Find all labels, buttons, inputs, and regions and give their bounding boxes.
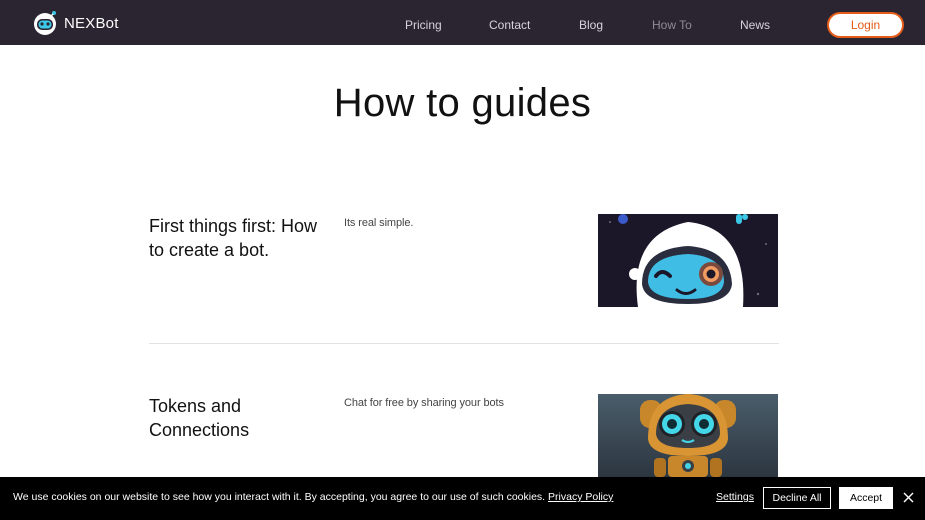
guide-description-create-bot: Its real simple. [344,217,414,229]
decline-all-button[interactable]: Decline All [763,487,831,509]
guide-image-create-bot[interactable] [598,214,778,307]
brand-name: NEXBot [64,14,119,32]
nav-blog[interactable]: Blog [579,0,603,45]
guide-description-tokens: Chat for free by sharing your bots [344,397,504,409]
robot-wink-illustration [598,214,778,307]
guide-title-create-bot[interactable]: First things first: How to create a bot. [149,214,329,262]
login-button[interactable]: Login [827,12,904,38]
nav-pricing[interactable]: Pricing [405,0,442,45]
nav-news[interactable]: News [740,0,770,45]
cookie-settings-link[interactable]: Settings [716,491,754,503]
accept-button[interactable]: Accept [839,487,893,509]
nav-contact[interactable]: Contact [489,0,530,45]
guide-title-tokens[interactable]: Tokens and Connections [149,394,329,442]
orange-robot-illustration [598,394,778,477]
nav-how-to[interactable]: How To [652,0,692,45]
cookie-message: We use cookies on our website to see how… [13,491,613,503]
privacy-policy-link[interactable]: Privacy Policy [548,491,613,503]
page-title: How to guides [333,81,592,125]
brand-logo[interactable]: NEXBot [32,9,119,37]
section-divider [149,343,779,344]
cookie-message-text: We use cookies on our website to see how… [13,491,546,503]
close-icon[interactable] [901,490,917,506]
cookie-consent-bar: We use cookies on our website to see how… [0,477,925,520]
guide-image-tokens[interactable] [598,394,778,477]
top-navigation-bar: NEXBot Pricing Contact Blog How To News … [0,0,925,45]
nexbot-logo-icon [34,11,56,35]
